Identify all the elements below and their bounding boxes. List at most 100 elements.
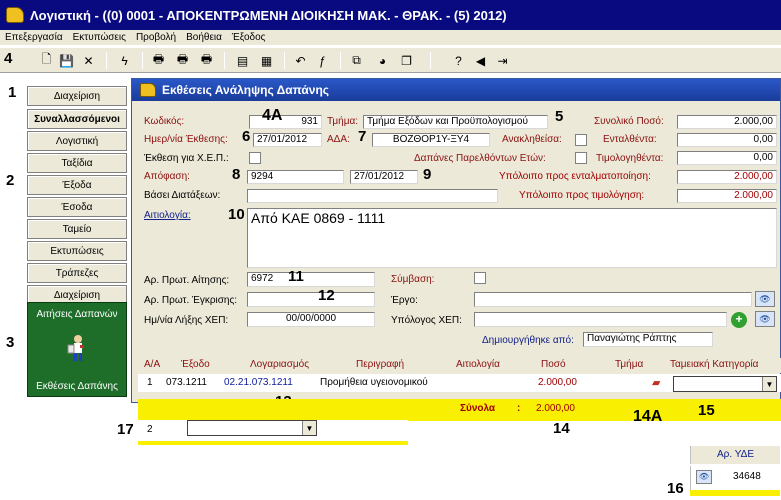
- sidebar-item-prints[interactable]: Εκτυπώσεις: [27, 241, 127, 261]
- copy-icon[interactable]: ⧉: [348, 52, 365, 69]
- sidebar-item-expenses[interactable]: Έξοδα: [27, 175, 127, 195]
- justification-textarea[interactable]: Από ΚΑΕ 0869 - 1111: [247, 208, 777, 268]
- xep-expiry-field[interactable]: 00/00/0000: [247, 312, 375, 327]
- row-account[interactable]: 02.21.073.1211: [224, 377, 293, 388]
- mandated-field[interactable]: 0,00: [677, 133, 777, 147]
- back-icon[interactable]: ◀: [472, 52, 489, 69]
- annotation-9: 9: [423, 166, 432, 183]
- sidebar-item-banks[interactable]: Τράπεζες: [27, 263, 127, 283]
- mandated-label: Ενταλθέντα:: [603, 134, 657, 145]
- undo-icon[interactable]: ↶: [292, 52, 309, 69]
- past-years-checkbox[interactable]: [575, 152, 587, 164]
- approval-protocol-field[interactable]: [247, 292, 375, 307]
- cash-category-dropdown[interactable]: ▼: [673, 376, 777, 392]
- total-amount-field[interactable]: 2.000,00: [677, 115, 777, 129]
- sidebar-item-management[interactable]: Διαχείριση: [27, 86, 127, 106]
- xep-accountable-label: Υπόλογος ΧΕΠ:: [391, 315, 462, 326]
- department-label: Τμήμα:: [327, 116, 359, 127]
- annotation-4a: 4A: [262, 107, 283, 124]
- decision-field[interactable]: 9294: [247, 170, 344, 184]
- annotation-5: 5: [555, 108, 564, 125]
- sidebar-item-trips[interactable]: Ταξίδια: [27, 153, 127, 173]
- print-icon[interactable]: 🖶: [150, 52, 167, 69]
- provisions-field[interactable]: [247, 189, 498, 203]
- xep-report-checkbox[interactable]: [249, 152, 261, 164]
- col-expense[interactable]: Έξοδο: [181, 359, 210, 370]
- justification-label[interactable]: Αιτιολογία:: [144, 210, 191, 221]
- invoiced-field[interactable]: 0,00: [677, 151, 777, 165]
- annotation-6: 6: [242, 128, 251, 145]
- add-icon[interactable]: +: [731, 312, 747, 328]
- expense-dropdown[interactable]: ▼: [187, 420, 317, 436]
- sidebar-item-accounting[interactable]: Λογιστική: [27, 131, 127, 151]
- worker-icon: [66, 333, 88, 363]
- xep-accountable-field[interactable]: [474, 312, 727, 327]
- past-years-label: Δαπάνες Παρελθόντων Ετών:: [414, 153, 546, 164]
- folder-icon[interactable]: ▰: [652, 376, 670, 390]
- menu-edit[interactable]: Επεξεργασία: [0, 32, 68, 43]
- chevron-down-icon: ▼: [762, 377, 776, 391]
- exit-icon[interactable]: ⇥: [494, 52, 511, 69]
- close-icon[interactable]: ✕: [80, 52, 97, 69]
- xep-expiry-label: Ημ/νία Λήξης ΧΕΠ:: [144, 315, 229, 326]
- totals-value: 2.000,00: [536, 403, 575, 414]
- annotation-3: 3: [6, 334, 15, 351]
- title-bar: Λογιστική - ((0) 0001 - ΑΠΟΚΕΝΤΡΩΜΕΝΗ ΔΙ…: [0, 0, 781, 30]
- annotation-10: 10: [228, 206, 245, 223]
- col-description[interactable]: Περιγραφή: [356, 359, 404, 370]
- accountable-lookup-eye-icon[interactable]: 👁: [755, 311, 775, 327]
- save-icon[interactable]: 💾: [58, 52, 75, 69]
- print-preview-icon[interactable]: 🖶: [174, 52, 191, 69]
- col-cash-category[interactable]: Ταμειακή Κατηγορία: [670, 359, 758, 370]
- annotation-4: 4: [4, 50, 13, 67]
- menu-view[interactable]: Προβολή: [131, 32, 181, 43]
- col-justification[interactable]: Αιτιολογία: [456, 359, 500, 370]
- yellow-strip: [138, 441, 408, 445]
- sidebar-item-income[interactable]: Έσοδα: [27, 197, 127, 217]
- recalled-label: Ανακληθείσα:: [502, 134, 562, 145]
- window-icon[interactable]: ❐: [398, 52, 415, 69]
- menu-help[interactable]: Βοήθεια: [181, 32, 227, 43]
- report-icon[interactable]: ▤: [234, 52, 251, 69]
- contract-checkbox[interactable]: [474, 272, 486, 284]
- help-icon[interactable]: ?: [450, 52, 467, 69]
- code-field[interactable]: 931: [249, 115, 322, 129]
- app-icon: [6, 7, 24, 23]
- menu-print[interactable]: Εκτυπώσεις: [68, 32, 131, 43]
- expense-reports-button[interactable]: Αιτήσεις Δαπανών Εκθέσεις Δαπάνης: [27, 302, 127, 397]
- annotation-14a: 14A: [633, 408, 663, 425]
- created-by-field: Παναγιώτης Ράπτης: [583, 332, 713, 347]
- department-field[interactable]: Τμήμα Εξόδων και Προϋπολογισμού: [363, 115, 548, 129]
- col-aa[interactable]: Α/Α: [144, 359, 160, 370]
- menu-bar: Επεξεργασία Εκτυπώσεις Προβολή Βοήθεια Έ…: [0, 30, 781, 45]
- col-account[interactable]: Λογαριασμός: [250, 359, 309, 370]
- project-lookup-eye-icon[interactable]: 👁: [755, 291, 775, 307]
- ada-field[interactable]: ΒΟΖΘΟΡ1Υ-ΞΥ4: [372, 133, 490, 147]
- approval-protocol-label: Αρ. Πρωτ. Έγκρισης:: [144, 295, 238, 306]
- annotation-1: 1: [8, 84, 17, 101]
- decision-date-field[interactable]: 27/01/2012: [350, 170, 418, 184]
- form-title-bar: Εκθέσεις Ανάληψης Δαπάνης: [132, 79, 780, 101]
- print-setup-icon[interactable]: 🖶: [198, 52, 215, 69]
- formula-icon[interactable]: ƒ: [314, 52, 331, 69]
- chart-icon[interactable]: ◕: [374, 52, 391, 69]
- application-protocol-field[interactable]: 6972: [247, 272, 375, 287]
- lightning-icon[interactable]: ϟ: [116, 52, 133, 69]
- sidebar-item-cashier[interactable]: Ταμείο: [27, 219, 127, 239]
- recalled-checkbox[interactable]: [575, 134, 587, 146]
- remaining-mandate-field[interactable]: 2.000,00: [677, 170, 777, 184]
- project-field[interactable]: [474, 292, 752, 307]
- yde-header: Αρ. ΥΔΕ: [690, 446, 780, 464]
- col-department[interactable]: Τμήμα: [615, 359, 643, 370]
- report-date-field[interactable]: 27/01/2012: [253, 133, 322, 147]
- menu-exit[interactable]: Έξοδος: [227, 32, 271, 43]
- provisions-label: Βάσει Διατάξεων:: [144, 190, 221, 201]
- calculator-icon[interactable]: ▦: [258, 52, 275, 69]
- application-protocol-label: Αρ. Πρωτ. Αίτησης:: [144, 275, 230, 286]
- yde-eye-icon[interactable]: 👁: [696, 470, 712, 484]
- col-amount[interactable]: Ποσό: [541, 359, 566, 370]
- expense-requests-label: Αιτήσεις Δαπανών: [36, 309, 118, 320]
- new-file-icon[interactable]: 🗋: [38, 52, 55, 69]
- remaining-invoice-field[interactable]: 2.000,00: [677, 189, 777, 203]
- sidebar-item-counterparties[interactable]: Συναλλασσόμενοι: [27, 109, 127, 129]
